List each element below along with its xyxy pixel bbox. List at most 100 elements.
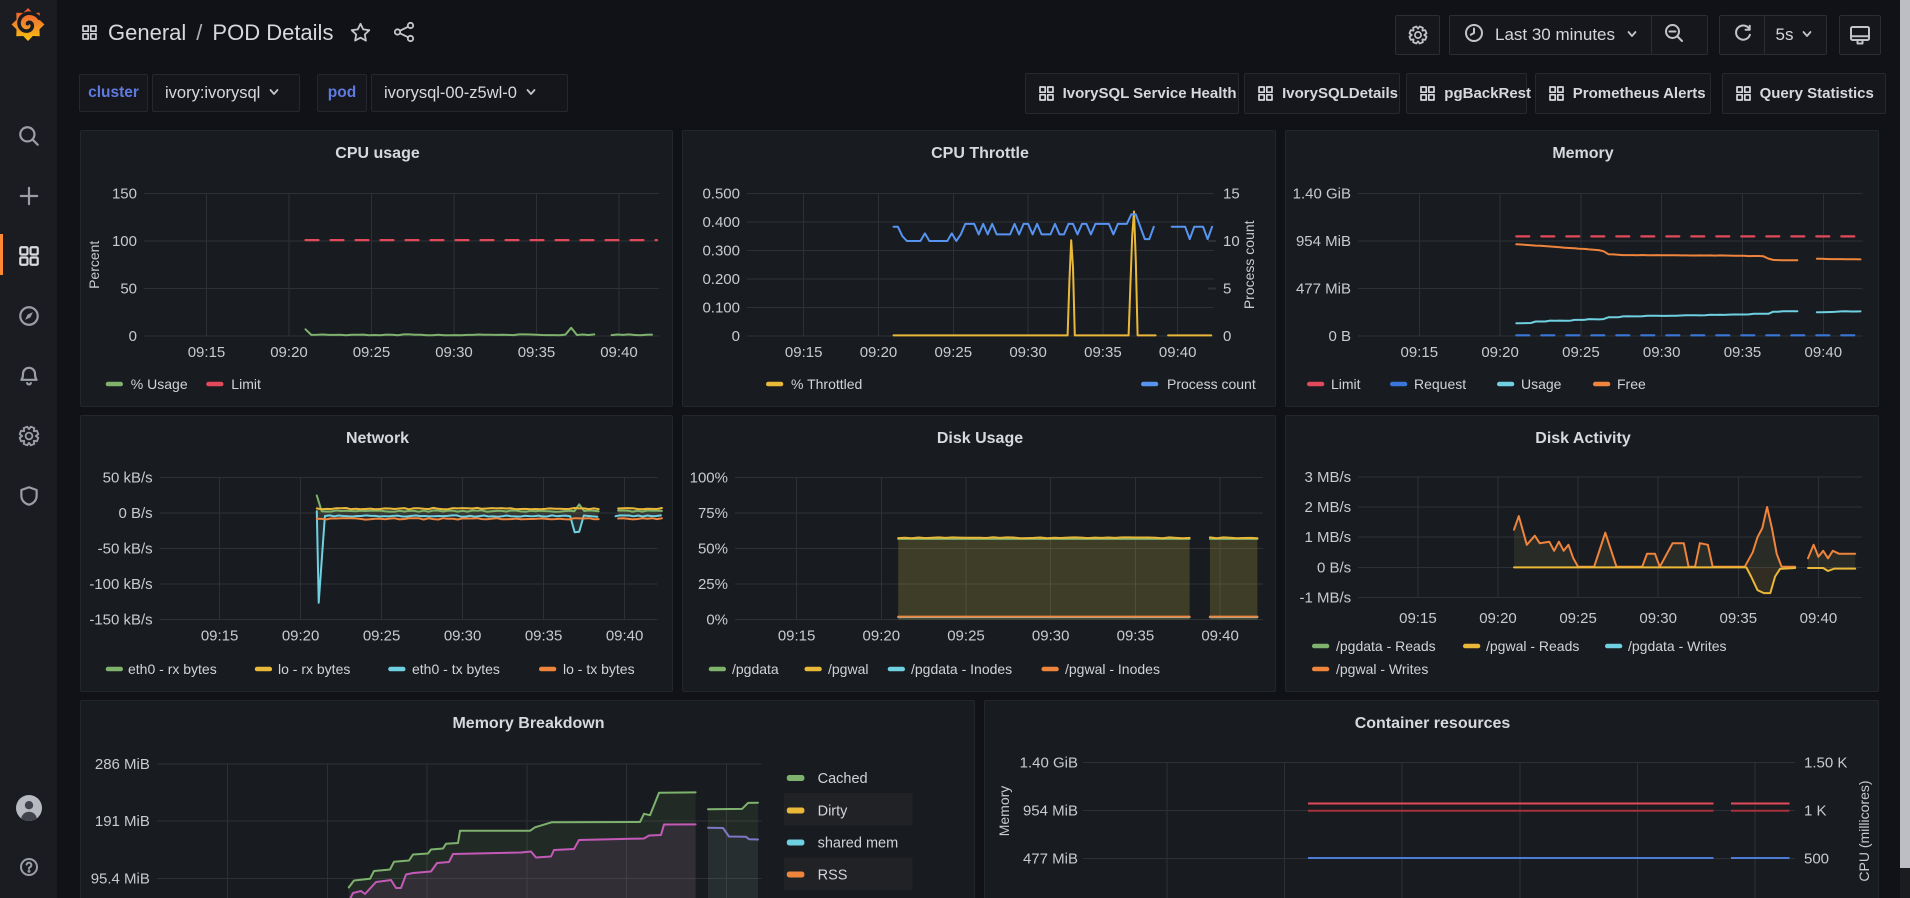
svg-text:Free: Free — [1617, 376, 1646, 392]
svg-text:0 B: 0 B — [1328, 328, 1351, 345]
svg-text:1.40 GiB: 1.40 GiB — [1020, 755, 1078, 772]
svg-text:09:40: 09:40 — [1201, 627, 1239, 644]
svg-text:09:35: 09:35 — [1720, 610, 1758, 627]
svg-text:Container resources: Container resources — [1355, 715, 1511, 732]
svg-text:lo - tx bytes: lo - tx bytes — [563, 661, 635, 677]
svg-text:09:40: 09:40 — [1159, 344, 1197, 361]
svg-text:Disk Usage: Disk Usage — [937, 430, 1023, 447]
svg-text:Dirty: Dirty — [818, 804, 849, 820]
svg-text:286 MiB: 286 MiB — [95, 756, 150, 773]
svg-text:Memory Breakdown: Memory Breakdown — [452, 715, 604, 732]
svg-text:09:35: 09:35 — [525, 627, 563, 644]
svg-text:Disk Activity: Disk Activity — [1535, 430, 1631, 447]
svg-text:% Usage: % Usage — [131, 376, 188, 392]
svg-text:09:25: 09:25 — [1559, 610, 1597, 627]
svg-text:09:25: 09:25 — [947, 627, 985, 644]
svg-text:0.200: 0.200 — [702, 271, 740, 288]
svg-text:/pgdata - Reads: /pgdata - Reads — [1336, 638, 1436, 654]
svg-text:Limit: Limit — [231, 376, 261, 392]
svg-text:/pgdata - Inodes: /pgdata - Inodes — [911, 661, 1012, 677]
svg-text:954 MiB: 954 MiB — [1023, 803, 1078, 820]
svg-text:25%: 25% — [698, 576, 728, 593]
svg-text:100%: 100% — [690, 470, 728, 487]
svg-text:0.400: 0.400 — [702, 214, 740, 231]
svg-text:Process count: Process count — [1241, 220, 1257, 309]
svg-text:09:15: 09:15 — [1399, 610, 1437, 627]
svg-text:5: 5 — [1223, 281, 1231, 298]
svg-text:Memory: Memory — [996, 786, 1012, 837]
svg-text:50: 50 — [120, 281, 137, 298]
svg-text:09:15: 09:15 — [785, 344, 823, 361]
svg-text:0.500: 0.500 — [702, 186, 740, 203]
svg-text:eth0 - rx bytes: eth0 - rx bytes — [128, 661, 217, 677]
svg-text:0: 0 — [732, 328, 740, 345]
svg-text:0 B/s: 0 B/s — [1317, 559, 1351, 576]
svg-text:09:25: 09:25 — [1562, 344, 1600, 361]
svg-text:10: 10 — [1223, 233, 1240, 250]
svg-text:RSS: RSS — [818, 868, 848, 884]
svg-text:75%: 75% — [698, 505, 728, 522]
svg-text:2 MB/s: 2 MB/s — [1305, 499, 1352, 516]
svg-text:/pgwal - Writes: /pgwal - Writes — [1336, 661, 1428, 677]
svg-text:0%: 0% — [706, 612, 728, 629]
svg-text:0: 0 — [129, 328, 137, 345]
svg-text:09:30: 09:30 — [1643, 344, 1681, 361]
svg-text:09:30: 09:30 — [1009, 344, 1047, 361]
svg-text:09:15: 09:15 — [188, 344, 226, 361]
svg-text:1.40 GiB: 1.40 GiB — [1293, 186, 1351, 203]
svg-text:09:40: 09:40 — [606, 627, 644, 644]
svg-text:09:35: 09:35 — [1117, 627, 1155, 644]
svg-text:09:25: 09:25 — [935, 344, 973, 361]
svg-text:09:35: 09:35 — [518, 344, 556, 361]
svg-text:Memory: Memory — [1552, 145, 1613, 162]
svg-text:09:20: 09:20 — [282, 627, 320, 644]
svg-text:Limit: Limit — [1331, 376, 1361, 392]
svg-text:Request: Request — [1414, 376, 1466, 392]
svg-text:/pgdata: /pgdata — [732, 661, 779, 677]
svg-text:/pgwal - Inodes: /pgwal - Inodes — [1065, 661, 1160, 677]
svg-text:Process count: Process count — [1167, 376, 1256, 392]
svg-text:09:20: 09:20 — [270, 344, 308, 361]
svg-text:09:20: 09:20 — [1481, 344, 1519, 361]
svg-text:954 MiB: 954 MiB — [1296, 233, 1351, 250]
svg-text:0: 0 — [1223, 328, 1231, 345]
svg-text:09:25: 09:25 — [363, 627, 401, 644]
svg-text:09:15: 09:15 — [1401, 344, 1439, 361]
svg-text:15: 15 — [1223, 186, 1240, 203]
svg-text:95.4 MiB: 95.4 MiB — [91, 871, 150, 888]
svg-text:% Throttled: % Throttled — [791, 376, 862, 392]
svg-text:-150 kB/s: -150 kB/s — [89, 612, 152, 629]
svg-text:1 K: 1 K — [1804, 803, 1827, 820]
svg-text:500: 500 — [1804, 851, 1829, 868]
svg-text:1.50 K: 1.50 K — [1804, 755, 1847, 772]
svg-text:09:20: 09:20 — [860, 344, 898, 361]
svg-text:Cached: Cached — [818, 771, 868, 787]
svg-text:lo - rx bytes: lo - rx bytes — [278, 661, 350, 677]
svg-text:CPU Throttle: CPU Throttle — [931, 145, 1029, 162]
svg-text:50%: 50% — [698, 541, 728, 558]
svg-text:09:15: 09:15 — [778, 627, 816, 644]
svg-text:100: 100 — [112, 233, 137, 250]
svg-text:Percent: Percent — [86, 241, 102, 289]
svg-text:eth0 - tx bytes: eth0 - tx bytes — [412, 661, 500, 677]
svg-text:CPU usage: CPU usage — [335, 145, 420, 162]
svg-text:09:20: 09:20 — [1479, 610, 1517, 627]
svg-text:09:15: 09:15 — [201, 627, 239, 644]
svg-text:Network: Network — [346, 430, 409, 447]
svg-text:09:30: 09:30 — [444, 627, 482, 644]
svg-text:0.100: 0.100 — [702, 300, 740, 317]
svg-text:-1 MB/s: -1 MB/s — [1300, 590, 1352, 607]
svg-text:09:30: 09:30 — [435, 344, 473, 361]
svg-text:09:35: 09:35 — [1724, 344, 1762, 361]
svg-text:09:35: 09:35 — [1084, 344, 1122, 361]
svg-text:shared mem: shared mem — [818, 836, 899, 852]
svg-text:09:40: 09:40 — [1800, 610, 1838, 627]
svg-text:-100 kB/s: -100 kB/s — [89, 576, 152, 593]
svg-text:09:40: 09:40 — [1805, 344, 1843, 361]
svg-text:/pgwal - Reads: /pgwal - Reads — [1486, 638, 1579, 654]
svg-text:191 MiB: 191 MiB — [95, 813, 150, 830]
svg-text:-50 kB/s: -50 kB/s — [98, 541, 153, 558]
svg-text:/pgwal: /pgwal — [828, 661, 868, 677]
svg-text:0 B/s: 0 B/s — [119, 505, 153, 522]
svg-text:09:30: 09:30 — [1032, 627, 1070, 644]
